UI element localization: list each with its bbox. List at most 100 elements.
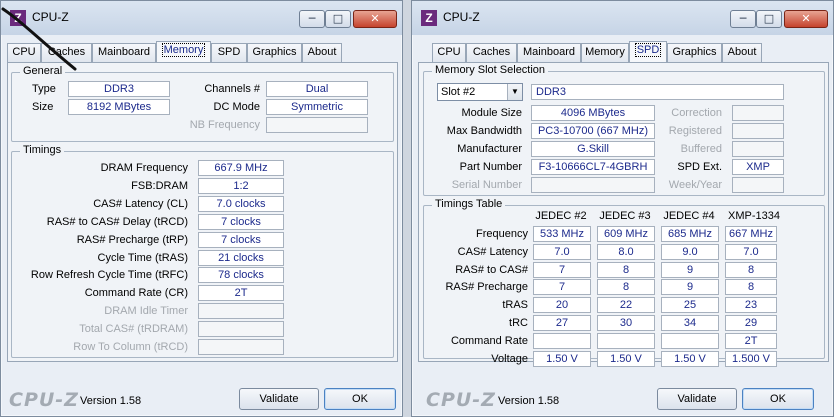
timing-value	[198, 303, 284, 320]
group-title: General	[20, 65, 66, 77]
table-cell: 533 MHz	[533, 226, 591, 242]
tab-spd[interactable]: SPD	[211, 43, 247, 62]
tab-caches[interactable]: Caches	[466, 43, 517, 62]
table-cell: 7	[533, 279, 591, 296]
minimize-button[interactable]: ─	[730, 10, 756, 28]
group-title: Timings Table	[432, 198, 506, 210]
minimize-button[interactable]: ─	[299, 10, 325, 28]
table-cell: 609 MHz	[597, 226, 655, 242]
table-cell: 8	[597, 279, 655, 296]
timing-value: 7 clocks	[198, 231, 284, 248]
tab-about[interactable]: About	[302, 43, 342, 62]
column-header: XMP-1334	[728, 210, 780, 222]
table-row-label: Frequency	[476, 228, 528, 240]
table-row-label: tRC	[509, 317, 528, 329]
slot-select[interactable]: Slot #2 ▼	[437, 83, 523, 101]
size-value: 8192 MBytes	[68, 99, 170, 115]
tab-graphics[interactable]: Graphics	[247, 43, 302, 62]
slot-select-value: Slot #2	[441, 86, 476, 98]
ok-button[interactable]: OK	[324, 388, 396, 410]
tab-caches[interactable]: Caches	[41, 43, 92, 62]
table-cell: 2T	[725, 332, 777, 349]
part-number-value: F3-10666CL7-4GBRH	[531, 159, 655, 175]
tab-cpu[interactable]: CPU	[432, 43, 466, 62]
tab-about[interactable]: About	[722, 43, 762, 62]
tab-memory[interactable]: Memory	[581, 43, 629, 62]
correction-label: Correction	[671, 107, 722, 119]
table-cell: 7	[533, 261, 591, 278]
timing-label: RAS# Precharge (tRP)	[76, 233, 188, 246]
cpuz-logo: CPU-Z	[426, 389, 496, 411]
table-row-label: Command Rate	[450, 334, 528, 347]
registered-label: Registered	[668, 125, 722, 137]
version-label: Version 1.58	[80, 395, 142, 407]
table-row-label: RAS# to CAS#	[455, 263, 528, 276]
tab-graphics[interactable]: Graphics	[667, 43, 722, 62]
timing-value: 1:2	[198, 177, 284, 194]
nbfreq-label: NB Frequency	[189, 119, 260, 131]
timing-label: Row Refresh Cycle Time (tRFC)	[30, 269, 188, 282]
correction-value	[732, 105, 784, 121]
timing-value: 2T	[198, 285, 284, 302]
timing-value: 78 clocks	[198, 267, 284, 284]
timings-group: Timings DRAM Frequency 667.9 MHz FSB:DRAM 1…	[11, 144, 394, 358]
buffered-label: Buffered	[680, 143, 722, 155]
table-cell: 34	[661, 315, 719, 331]
tab-mainboard[interactable]: Mainboard	[92, 43, 156, 62]
dcmode-label: DC Mode	[213, 101, 260, 113]
tab-memory[interactable]: Memory	[156, 41, 211, 63]
channels-label: Channels #	[204, 83, 260, 95]
title-bar[interactable]: Z CPU-Z ─ □ ✕	[1, 1, 402, 35]
ok-button[interactable]: OK	[742, 388, 814, 410]
tab-mainboard[interactable]: Mainboard	[517, 43, 581, 62]
tab-spd[interactable]: SPD	[629, 41, 667, 63]
table-cell	[661, 332, 719, 349]
table-cell: 667 MHz	[725, 226, 777, 242]
cpuz-window-spd: Z CPU-Z ─ □ ✕ CPU Caches Mainboard Memor…	[411, 0, 834, 417]
tab-cpu[interactable]: CPU	[7, 43, 41, 62]
validate-button[interactable]: Validate	[239, 388, 319, 410]
table-cell: 9.0	[661, 243, 719, 260]
module-size-value: 4096 MBytes	[531, 105, 655, 121]
validate-button[interactable]: Validate	[657, 388, 737, 410]
timing-value: 7.0 clocks	[198, 195, 284, 212]
close-button[interactable]: ✕	[353, 10, 397, 28]
chevron-down-icon[interactable]: ▼	[507, 84, 522, 100]
general-group: General Type DDR3 Size 8192 MBytes Chann…	[11, 65, 394, 142]
maximize-button[interactable]: □	[325, 10, 351, 28]
memory-panel: General Type DDR3 Size 8192 MBytes Chann…	[7, 62, 398, 362]
window-title: CPU-Z	[32, 10, 69, 24]
table-cell: 7.0	[533, 243, 591, 260]
version-label: Version 1.58	[498, 395, 560, 407]
manufacturer-label: Manufacturer	[457, 143, 522, 155]
table-cell: 22	[597, 297, 655, 314]
close-button[interactable]: ✕	[784, 10, 828, 28]
max-bandwidth-label: Max Bandwidth	[446, 125, 522, 137]
timing-value	[198, 321, 284, 338]
nbfreq-value	[266, 117, 368, 133]
timing-label: FSB:DRAM	[131, 179, 188, 192]
table-cell: 7.0	[725, 243, 777, 260]
table-cell: 1.50 V	[597, 350, 655, 367]
table-cell: 29	[725, 315, 777, 331]
table-cell	[533, 332, 591, 349]
title-bar[interactable]: Z CPU-Z ─ □ ✕	[412, 1, 833, 35]
timing-label: DRAM Frequency	[100, 162, 188, 174]
spd-panel: Memory Slot Selection Slot #2 ▼ DDR3 Mod…	[418, 62, 829, 367]
column-header: JEDEC #3	[599, 210, 651, 222]
tab-memory-label: Memory	[161, 43, 206, 57]
slot-selection-group: Memory Slot Selection Slot #2 ▼ DDR3 Mod…	[423, 64, 825, 196]
table-cell: 25	[661, 297, 719, 314]
footer: CPU-Z Version 1.58 Validate OK	[412, 383, 833, 416]
maximize-button[interactable]: □	[756, 10, 782, 28]
table-cell: 1.50 V	[533, 350, 591, 367]
timing-value: 21 clocks	[198, 249, 284, 266]
timings-table-group: Timings Table JEDEC #2 JEDEC #3 JEDEC #4…	[423, 198, 825, 367]
timing-label: Cycle Time (tRAS)	[97, 251, 188, 264]
table-cell: 685 MHz	[661, 226, 719, 242]
cpuz-app-icon[interactable]: Z	[421, 10, 437, 26]
cpuz-app-icon[interactable]: Z	[10, 10, 26, 26]
part-number-label: Part Number	[459, 161, 522, 173]
table-cell: 9	[661, 261, 719, 278]
table-cell: 1.50 V	[661, 350, 719, 367]
